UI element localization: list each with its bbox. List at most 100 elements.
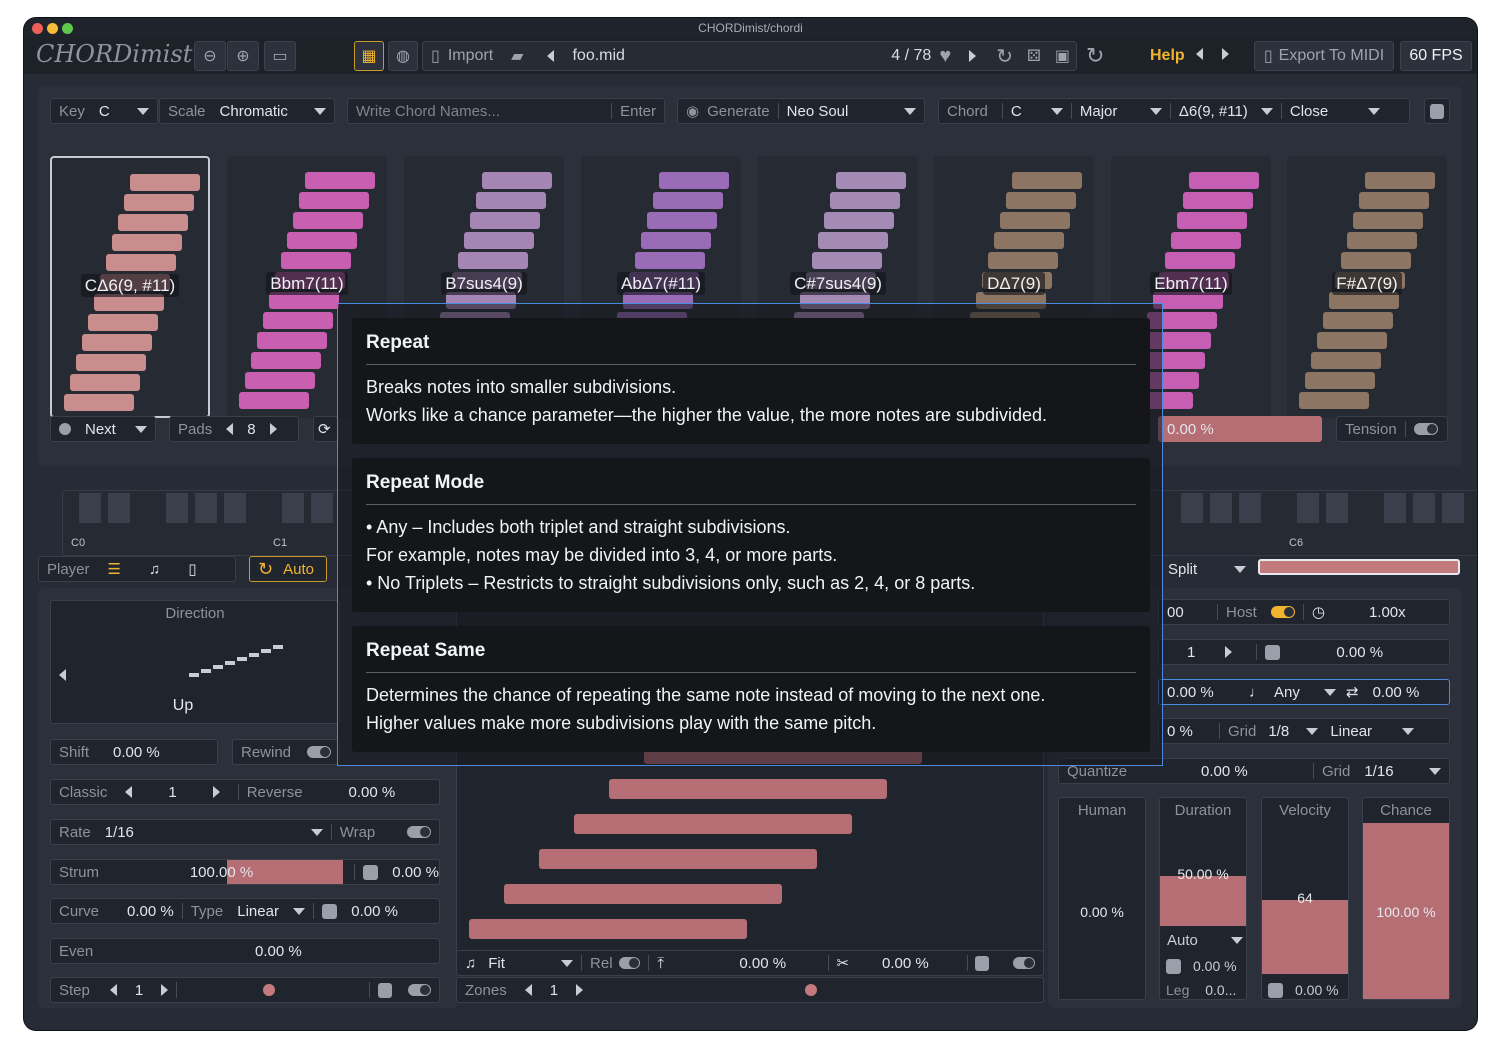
sliders-icon[interactable]: ☰ [108,560,121,578]
piano-black-key[interactable] [1181,493,1203,523]
zoom-out-button[interactable]: ⊖ [194,41,226,71]
scale-select[interactable]: Scale Chromatic [159,98,335,124]
even-slider[interactable]: Even 0.00 % [50,938,440,964]
piano-black-key[interactable] [1442,493,1464,523]
duration-slider[interactable]: Duration 50.00 % Auto 0.00 % Leg 0.0... [1159,797,1247,1000]
chord-pad[interactable]: CΔ6(9, #11) [50,156,210,418]
duration-random[interactable]: 0.00 % [1166,958,1237,974]
tension-toggle[interactable]: Tension [1336,416,1448,442]
pads-increment-icon[interactable] [269,423,277,435]
dice-icon[interactable] [363,864,379,880]
shift-slider[interactable]: Shift 0.00 % [50,739,218,765]
split-range-slider[interactable] [1258,559,1460,575]
chord-names-input[interactable]: Write Chord Names... Enter [347,98,665,124]
export-midi-button[interactable]: ▯ Export To MIDI [1254,41,1394,71]
strum-random-value[interactable]: 0.00 % [392,864,439,881]
chord-random-button[interactable] [1424,98,1450,124]
pads-count[interactable]: Pads 8 [169,416,299,442]
duration-mode-select[interactable]: Auto [1167,932,1243,949]
repeat-same-value[interactable]: 0.00 % [1373,684,1420,701]
piano-black-key[interactable] [79,493,101,523]
roll-note-bar[interactable] [574,814,852,834]
direction-control[interactable]: Direction Up [50,600,340,724]
dice-icon[interactable] [975,955,990,971]
generate-select[interactable]: ◉ Generate Neo Soul [677,98,925,124]
type-select[interactable]: Linear [237,903,293,920]
zones-increment-icon[interactable] [576,984,584,996]
chord-quality-select[interactable]: Major [1080,103,1150,120]
next-select[interactable]: Next [50,416,156,442]
piano-black-key[interactable] [1326,493,1348,523]
display-button[interactable]: ▭ [264,41,296,71]
piano-black-key[interactable] [1297,493,1319,523]
grid-curve-select[interactable]: Linear [1330,723,1402,740]
dice-icon[interactable] [1265,644,1281,660]
pitch-value[interactable]: 0.00 % [739,955,819,972]
fit-select[interactable]: Fit [488,955,561,972]
roll-note-bar[interactable] [469,919,747,939]
roll-note-bar[interactable] [609,779,887,799]
chord-pad[interactable]: F#Δ7(9) [1287,156,1447,418]
speed-value[interactable]: 1.00x [1369,604,1406,621]
step-position-dot[interactable] [263,984,275,996]
help-next-icon[interactable] [1222,41,1229,71]
piano-black-key[interactable] [282,493,304,523]
theme-button[interactable]: ◍ [388,41,418,71]
piano-black-key[interactable] [195,493,217,523]
grid2-select[interactable]: 1/16 [1364,763,1410,780]
refresh-icon[interactable]: ↻ [996,44,1013,69]
help-prev-icon[interactable] [1196,41,1203,71]
type-random-value[interactable]: 0.00 % [351,903,398,920]
piano-black-key[interactable] [1384,493,1406,523]
chord-voicing-select[interactable]: Close [1290,103,1368,120]
zones-decrement-icon[interactable] [524,984,532,996]
piano-black-key[interactable] [1413,493,1435,523]
piano-black-key[interactable] [1239,493,1261,523]
velocity-random[interactable]: 0.00 % [1268,982,1339,998]
step-increment-icon[interactable] [161,984,169,996]
rel-switch[interactable] [618,957,641,969]
piano-black-key[interactable] [108,493,130,523]
zoom-in-button[interactable]: ⊕ [227,41,259,71]
step-decrement-icon[interactable] [109,984,117,996]
rate-select[interactable]: 1/16 [105,824,311,841]
direction-prev-icon[interactable] [59,669,66,681]
repeat-mode-percent[interactable]: 0.00 % [1167,684,1249,701]
cut-switch[interactable] [1013,957,1035,969]
chord-extension-select[interactable]: Δ6(9, #11) [1179,103,1261,120]
minimize-window-button[interactable] [47,23,58,34]
rewind-toggle[interactable]: Rewind [232,739,340,765]
auto-button[interactable]: ↻ Auto [249,556,327,582]
quantize-value[interactable]: 0.00 % [1201,763,1305,780]
grid-percent[interactable]: 0 % [1167,723,1211,740]
zoom-window-button[interactable] [62,23,73,34]
key-select[interactable]: Key C [50,98,158,124]
pads-decrement-icon[interactable] [226,423,234,435]
reload-icon[interactable]: ↻ [1086,41,1104,71]
reverse-value[interactable]: 0.00 % [349,784,396,801]
next-file-icon[interactable] [969,50,977,62]
cut-value[interactable]: 0.00 % [882,955,959,972]
repeat-value[interactable]: 0.00 % [1336,644,1383,661]
grid-select[interactable]: 1/8 [1268,723,1306,740]
piano-black-key[interactable] [224,493,246,523]
random-file-icon[interactable]: ⚄ [1027,46,1041,66]
wrap-switch[interactable] [407,826,431,838]
prev-file-icon[interactable] [547,50,555,62]
midi-thru-button[interactable]: ▦ [354,41,384,71]
zone-position-dot[interactable] [805,984,818,996]
step-switch[interactable] [407,984,431,996]
repeat-increment-icon[interactable] [1225,646,1233,658]
strum-slider[interactable]: 100.00 % [190,864,347,881]
split-select[interactable]: Split [1160,556,1254,582]
import-button[interactable]: Import [448,47,493,65]
classic-decrement-icon[interactable] [125,786,133,798]
close-window-button[interactable] [32,23,43,34]
repeat-mode-select[interactable]: Any [1274,684,1324,701]
pattern-icon[interactable]: ▯ [188,560,196,578]
roll-note-bar[interactable] [504,884,782,904]
piano-black-key[interactable] [166,493,188,523]
help-button[interactable]: Help [1150,41,1185,71]
folder-icon[interactable]: ▰ [511,46,523,66]
enter-button[interactable]: Enter [620,103,656,120]
